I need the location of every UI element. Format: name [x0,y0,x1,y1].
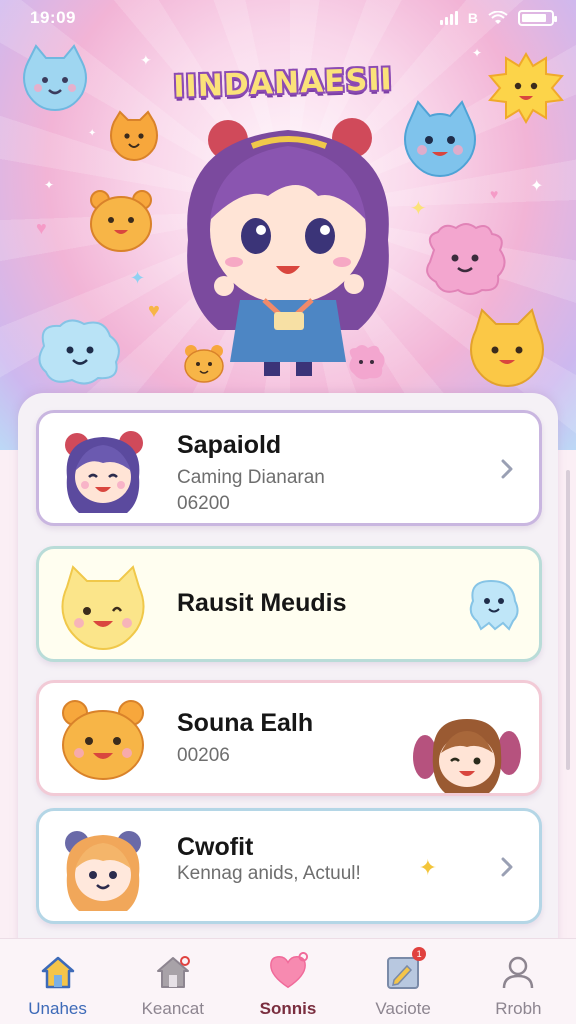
anime-girl-blonde-icon [65,831,141,911]
house-outline-icon [152,951,194,993]
chevron-right-icon[interactable] [497,855,517,879]
signal-icon [439,11,458,25]
nav-item-keancat[interactable]: Keancat [123,951,223,1019]
anime-girl-purple-hair-icon [65,431,143,513]
scrollbar[interactable] [566,470,570,770]
sparkle-icon: ✦ [44,178,55,192]
card-title: Rausit Meudis [177,589,347,617]
sparkle-icon: ✦ [130,268,146,288]
nav-label: Vaciote [375,999,431,1018]
nav-item-sonnis[interactable]: Sonnis [238,951,338,1019]
orange-bear-icon [62,700,144,780]
carrier-label: B [467,10,478,26]
heart-sticker-icon: ♥ [148,300,160,322]
card-subtitle: Caming Dianaran [177,467,325,488]
nav-label: Unahes [28,999,87,1018]
anime-girl-pigtails-icon [413,719,521,793]
battery-icon [518,10,557,26]
blue-cat-sticker-icon [23,44,87,112]
sparkle-icon: ✦ [530,178,544,195]
nav-item-profile[interactable]: Rrobh [468,951,568,1019]
status-time: 19:09 [30,8,76,27]
nav-label: Rrobh [495,999,542,1018]
bottom-navigation: Unahes Keancat Sonnis 1 Vaciote Rrobh [0,938,576,1024]
card-item-1[interactable]: Sapaiold Caming Dianaran 06200 [36,410,542,526]
orange-bear-sticker-icon [90,190,152,252]
sun-sticker-icon [488,52,564,124]
status-icons: B [439,10,557,26]
blue-blob-sticker-icon [404,100,476,178]
card-title: Souna Ealh [177,709,314,737]
profile-icon [497,951,539,993]
sparkle-icon: ✦ [418,855,437,880]
card-title: Sapaiold [177,431,282,459]
pink-fluff-sticker-icon [426,223,506,295]
sparkle-icon: ✦ [88,128,97,139]
card-number: 00206 [177,745,230,766]
nav-item-vaciote[interactable]: 1 Vaciote [353,947,453,1019]
blue-ghost-icon [469,579,519,631]
yellow-cat-icon [61,565,145,651]
blue-ghost-sticker-icon [38,319,120,385]
card-title: Cwofit [177,833,254,861]
hero-banner: 19:09 B IINDANAESII ✦ ✦ ✦ ✦ ✦ ✦ ✦ ♥ ♥ ♥ [0,0,576,450]
card-item-2[interactable]: Rausit Meudis [36,546,542,662]
card-number: 06200 [177,493,230,514]
chevron-right-icon[interactable] [497,457,517,481]
card-subtitle: Kennag anids, Actuul! [177,863,361,884]
wifi-icon [488,10,508,25]
orange-cat-sticker-icon [110,110,158,162]
status-bar: 19:09 B [0,0,576,36]
sparkle-icon: ✦ [140,52,152,68]
heart-sticker-icon: ♥ [490,186,499,202]
home-icon [37,951,79,993]
yellow-cat-sticker-icon [470,308,544,388]
notification-badge: 1 [412,947,427,961]
notes-icon: 1 [382,947,427,993]
nav-item-home[interactable]: Unahes [8,951,108,1019]
sparkle-icon: ✦ [410,198,427,220]
sparkle-icon: ✦ [472,46,483,60]
nav-label: Sonnis [259,999,317,1018]
card-item-4[interactable]: Cwofit Kennag anids, Actuul! ✦ [36,808,542,924]
heart-sticker-icon: ♥ [36,218,47,238]
heart-icon [267,951,309,993]
anime-girl-mascot-icon [187,118,389,376]
nav-label: Keancat [141,999,204,1018]
card-item-3[interactable]: Souna Ealh 00206 [36,680,542,796]
